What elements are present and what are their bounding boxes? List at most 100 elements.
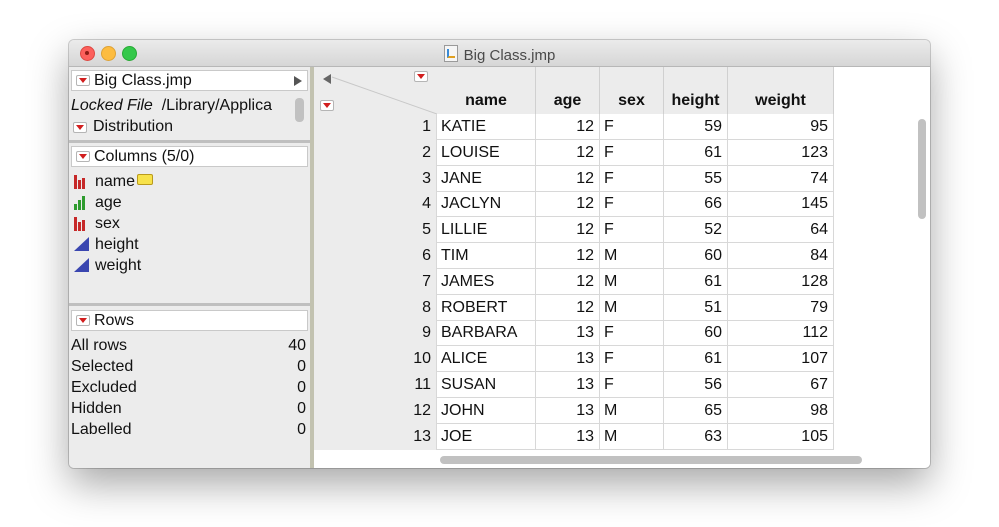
row-number[interactable]: 2 [314,139,437,166]
row-number[interactable]: 5 [314,217,437,244]
row-number[interactable]: 12 [314,397,437,424]
columns-red-triangle-icon[interactable] [76,151,90,162]
table-red-triangle-icon[interactable] [76,75,90,86]
cell-weight[interactable]: 105 [728,423,834,450]
columns-red-triangle-icon[interactable] [414,71,428,82]
cell-age[interactable]: 12 [536,165,600,192]
cell-age[interactable]: 13 [536,423,600,450]
disclosure-right-icon[interactable] [294,76,302,86]
row-number[interactable]: 6 [314,243,437,269]
cell-sex[interactable]: F [600,114,664,140]
table-row[interactable]: 4 JACLYN 12 F 66 145 [314,191,834,218]
panel-divider[interactable] [69,140,310,143]
cell-weight[interactable]: 123 [728,139,834,166]
table-row[interactable]: 7 JAMES 12 M 61 128 [314,268,834,295]
cell-sex[interactable]: F [600,191,664,218]
cell-height[interactable]: 51 [664,294,728,321]
cell-name[interactable]: SUSAN [437,372,536,398]
table-row[interactable]: 6 TIM 12 M 60 84 [314,243,834,269]
cell-age[interactable]: 12 [536,268,600,295]
rows-panel-header[interactable]: Rows [71,310,308,331]
column-header-age[interactable]: age [536,67,600,114]
cell-age[interactable]: 13 [536,397,600,424]
cell-sex[interactable]: F [600,217,664,244]
table-panel-scrollbar[interactable] [295,98,304,122]
rows-red-triangle-icon[interactable] [76,315,90,326]
script-red-triangle-icon[interactable] [73,122,87,133]
cell-sex[interactable]: M [600,294,664,321]
table-row[interactable]: 2 LOUISE 12 F 61 123 [314,139,834,166]
row-number[interactable]: 7 [314,268,437,295]
cell-age[interactable]: 12 [536,191,600,218]
script-distribution[interactable]: Distribution [71,117,173,137]
cell-sex[interactable]: F [600,346,664,373]
cell-sex[interactable]: M [600,243,664,269]
cell-age[interactable]: 12 [536,217,600,244]
cell-height[interactable]: 61 [664,139,728,166]
vertical-scrollbar[interactable] [918,119,926,219]
cell-height[interactable]: 60 [664,320,728,347]
cell-name[interactable]: BARBARA [437,320,536,347]
row-number[interactable]: 11 [314,372,437,398]
cell-name[interactable]: JOHN [437,397,536,424]
cell-name[interactable]: TIM [437,243,536,269]
cell-height[interactable]: 61 [664,268,728,295]
cell-height[interactable]: 59 [664,114,728,140]
columns-panel-header[interactable]: Columns (5/0) [71,146,308,167]
cell-name[interactable]: LOUISE [437,139,536,166]
cell-name[interactable]: LILLIE [437,217,536,244]
cell-name[interactable]: KATIE [437,114,536,140]
cell-sex[interactable]: M [600,423,664,450]
table-row[interactable]: 10 ALICE 13 F 61 107 [314,346,834,373]
cell-name[interactable]: ROBERT [437,294,536,321]
horizontal-scrollbar[interactable] [440,456,862,464]
table-panel-header[interactable]: Big Class.jmp [71,70,308,91]
table-row[interactable]: 5 LILLIE 12 F 52 64 [314,217,834,244]
cell-height[interactable]: 55 [664,165,728,192]
cell-weight[interactable]: 64 [728,217,834,244]
row-number[interactable]: 4 [314,191,437,218]
table-row[interactable]: 9 BARBARA 13 F 60 112 [314,320,834,347]
table-row[interactable]: 12 JOHN 13 M 65 98 [314,397,834,424]
cell-height[interactable]: 60 [664,243,728,269]
cell-age[interactable]: 13 [536,346,600,373]
cell-sex[interactable]: F [600,320,664,347]
row-number[interactable]: 9 [314,320,437,347]
cell-height[interactable]: 66 [664,191,728,218]
cell-age[interactable]: 12 [536,139,600,166]
cell-age[interactable]: 12 [536,243,600,269]
cell-weight[interactable]: 84 [728,243,834,269]
table-row[interactable]: 1 KATIE 12 F 59 95 [314,114,834,140]
cell-name[interactable]: JAMES [437,268,536,295]
cell-sex[interactable]: M [600,397,664,424]
row-number[interactable]: 13 [314,423,437,450]
collapse-left-icon[interactable] [323,74,331,84]
cell-age[interactable]: 13 [536,372,600,398]
table-row[interactable]: 13 JOE 13 M 63 105 [314,423,834,450]
table-row[interactable]: 11 SUSAN 13 F 56 67 [314,372,834,398]
cell-weight[interactable]: 112 [728,320,834,347]
column-header-weight[interactable]: weight [728,67,834,114]
cell-height[interactable]: 65 [664,397,728,424]
cell-weight[interactable]: 107 [728,346,834,373]
row-number[interactable]: 3 [314,165,437,192]
cell-height[interactable]: 56 [664,372,728,398]
cell-name[interactable]: JOE [437,423,536,450]
cell-height[interactable]: 52 [664,217,728,244]
table-row[interactable]: 8 ROBERT 12 M 51 79 [314,294,834,321]
cell-age[interactable]: 13 [536,320,600,347]
cell-sex[interactable]: M [600,268,664,295]
cell-height[interactable]: 63 [664,423,728,450]
row-number[interactable]: 10 [314,346,437,373]
cell-weight[interactable]: 95 [728,114,834,140]
rows-red-triangle-icon[interactable] [320,100,334,111]
cell-weight[interactable]: 67 [728,372,834,398]
cell-name[interactable]: ALICE [437,346,536,373]
cell-age[interactable]: 12 [536,114,600,140]
table-row[interactable]: 3 JANE 12 F 55 74 [314,165,834,192]
cell-weight[interactable]: 145 [728,191,834,218]
cell-sex[interactable]: F [600,139,664,166]
cell-weight[interactable]: 128 [728,268,834,295]
column-header-sex[interactable]: sex [600,67,664,114]
cell-height[interactable]: 61 [664,346,728,373]
